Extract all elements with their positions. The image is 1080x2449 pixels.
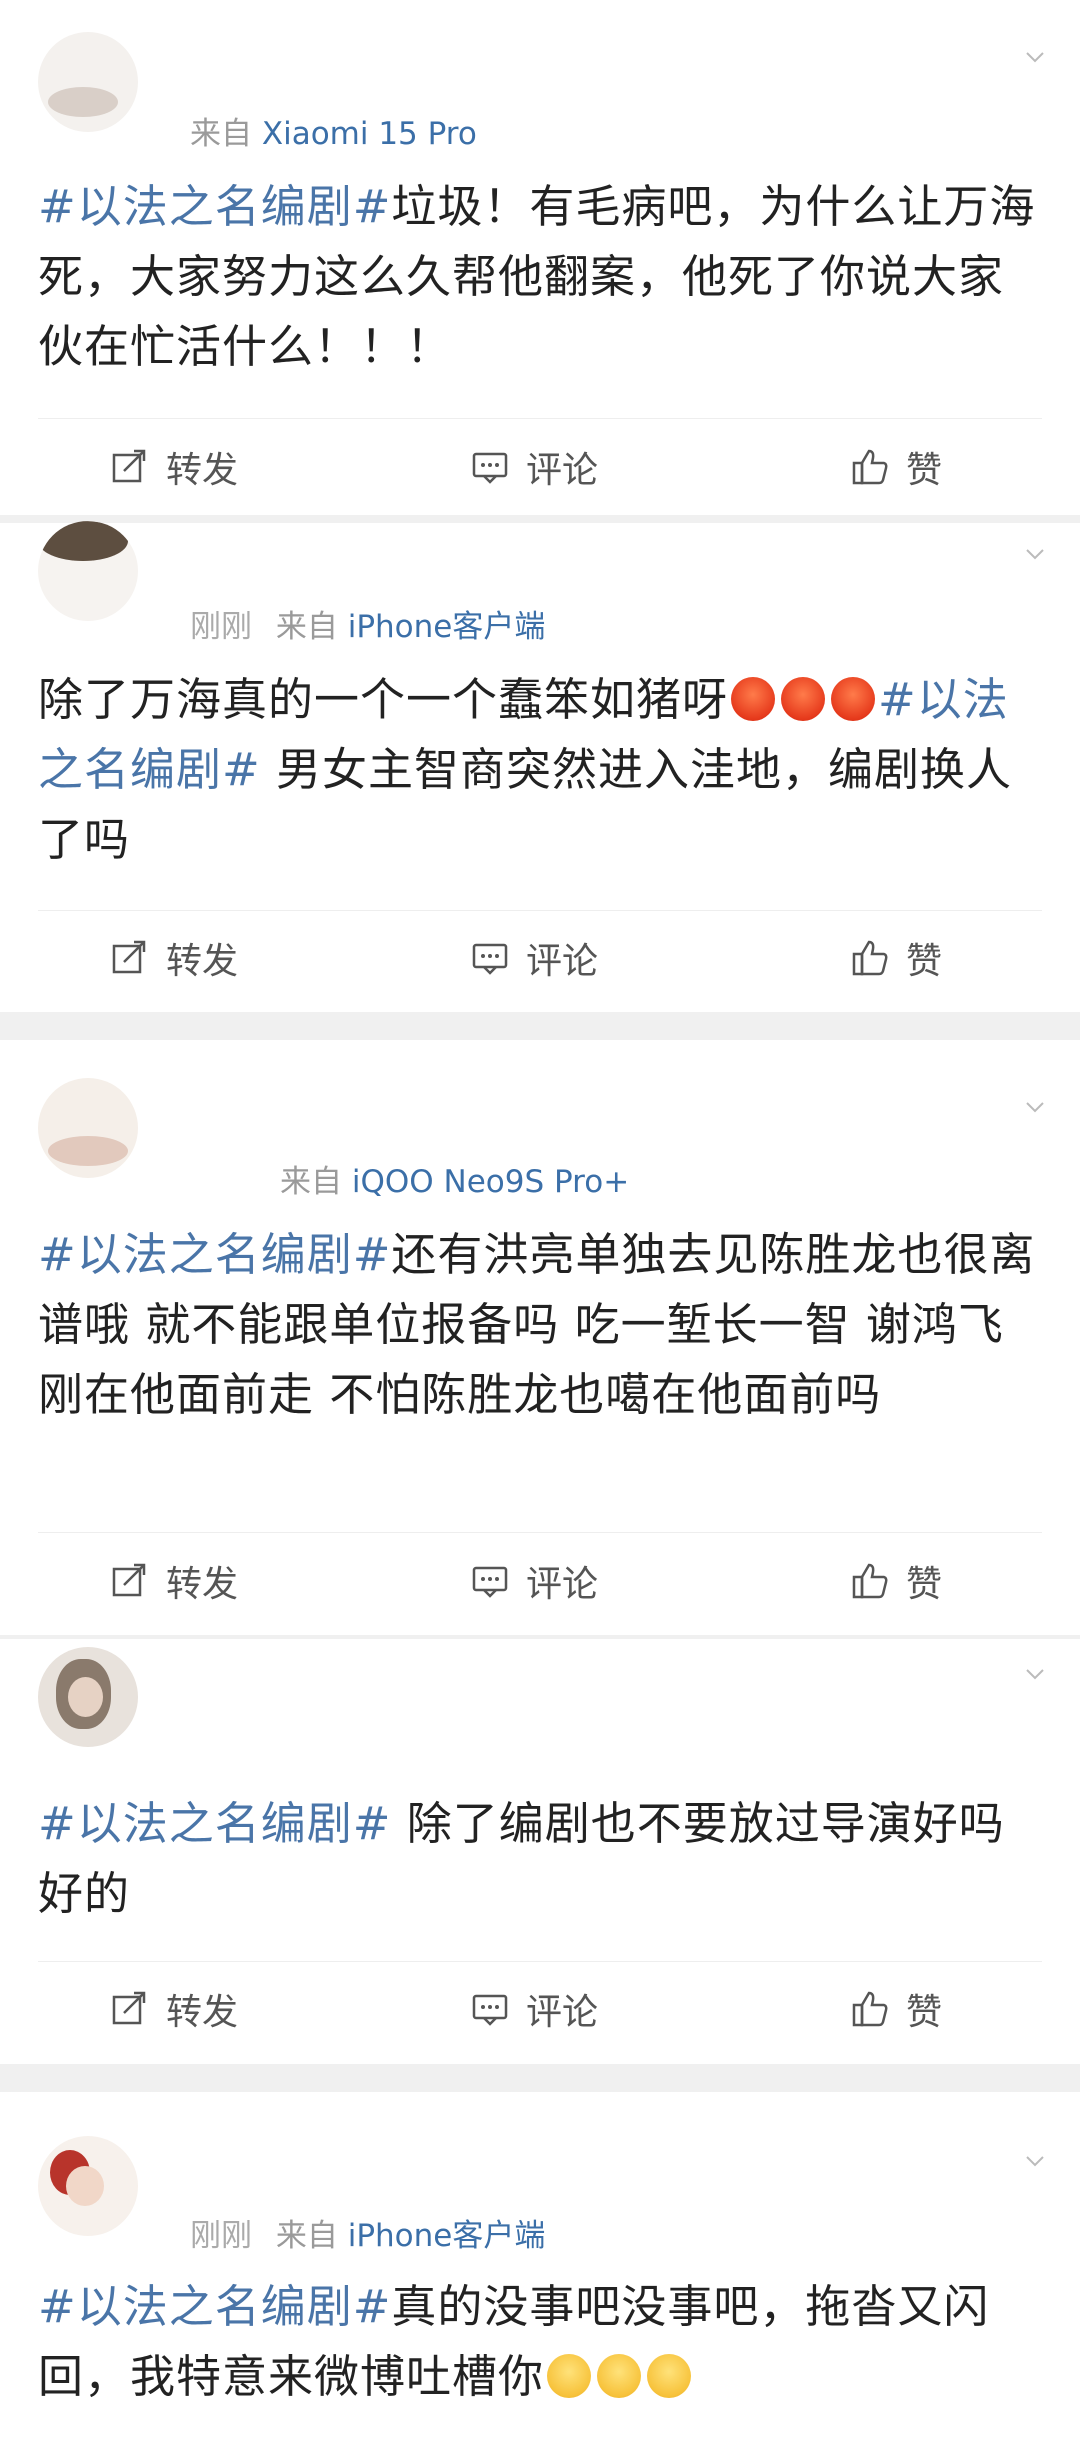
comment-button[interactable]: 评论 xyxy=(470,913,598,1003)
comment-label: 评论 xyxy=(526,450,599,491)
comment-label: 评论 xyxy=(526,1992,599,2033)
post-content: 除了万海真的一个一个蠢笨如猪呀 #以法之名编剧# 男女主智商突然进入洼地，编剧换人… xyxy=(38,665,1038,875)
repost-button[interactable]: 转发 xyxy=(110,1964,238,2054)
comment-button[interactable]: 评论 xyxy=(470,1964,598,2054)
hashtag-link[interactable]: #以法之名编剧# xyxy=(38,180,391,233)
repost-label: 转发 xyxy=(166,450,239,491)
avatar[interactable] xyxy=(38,1078,138,1178)
post-card: 刚刚 来自 iPhone客户端 #以法之名编剧#真的没事吧没事吧，拖沓又闪回，我… xyxy=(0,2092,1080,2449)
post-content: #以法之名编剧#真的没事吧没事吧，拖沓又闪回，我特意来微博吐槽你 xyxy=(38,2272,1038,2412)
divider xyxy=(38,1961,1042,1962)
divider xyxy=(38,418,1042,419)
action-bar: 转发 评论 赞 xyxy=(0,913,1080,1003)
comment-icon xyxy=(472,943,508,975)
post-meta: 刚刚 来自 iPhone客户端 xyxy=(190,601,545,646)
post-time: 刚刚 xyxy=(190,2218,252,2254)
repost-button[interactable]: 转发 xyxy=(110,422,238,512)
repost-button[interactable]: 转发 xyxy=(110,1536,238,1626)
repost-icon xyxy=(112,449,146,483)
source-device[interactable]: iQOO Neo9S Pro+ xyxy=(352,1164,629,1200)
divider xyxy=(38,1532,1042,1533)
comment-icon xyxy=(472,1566,508,1598)
chevron-down-icon[interactable] xyxy=(1024,2150,1046,2172)
post-time: 刚刚 xyxy=(190,609,252,645)
repost-label: 转发 xyxy=(166,941,239,982)
repost-label: 转发 xyxy=(166,1564,239,1605)
source-device[interactable]: iPhone客户端 xyxy=(348,609,546,645)
comment-icon xyxy=(472,452,508,484)
like-label: 赞 xyxy=(906,450,943,491)
chevron-down-icon[interactable] xyxy=(1024,1663,1046,1685)
like-button[interactable]: 赞 xyxy=(850,1964,942,2054)
chevron-down-icon[interactable] xyxy=(1024,46,1046,68)
post-card: 刚刚 来自 iPhone客户端 除了万海真的一个一个蠢笨如猪呀 #以法之名编剧# … xyxy=(0,521,1080,1018)
separator xyxy=(0,1012,1080,1040)
like-button[interactable]: 赞 xyxy=(850,1536,942,1626)
action-bar: 转发 评论 赞 xyxy=(0,1964,1080,2054)
chevron-down-icon[interactable] xyxy=(1024,543,1046,565)
comment-label: 评论 xyxy=(526,1564,599,1605)
post-meta: 来自 iQOO Neo9S Pro+ xyxy=(280,1156,629,1201)
source-prefix: 来自 xyxy=(280,1164,342,1200)
avatar[interactable] xyxy=(38,2136,138,2236)
post-card: 来自 iQOO Neo9S Pro+ #以法之名编剧#还有洪亮单独去见陈胜龙也很… xyxy=(0,1040,1080,1640)
comment-label: 评论 xyxy=(526,941,599,982)
thumbs-up-icon xyxy=(852,449,888,485)
thumbs-up-icon xyxy=(852,1991,888,2027)
smiling-face-icon xyxy=(597,2354,642,2398)
like-label: 赞 xyxy=(906,1564,943,1605)
comment-icon xyxy=(472,1994,508,2026)
source-prefix: 来自 xyxy=(275,609,338,645)
like-label: 赞 xyxy=(906,941,943,982)
like-button[interactable]: 赞 xyxy=(850,913,942,1003)
divider xyxy=(38,910,1042,911)
post-content: #以法之名编剧# 除了编剧也不要放过导演好吗好的 xyxy=(38,1789,1038,1929)
hashtag-link[interactable]: #以法之名编剧# xyxy=(38,1228,391,1281)
angry-face-icon xyxy=(731,677,776,721)
chevron-down-icon[interactable] xyxy=(1024,1096,1046,1118)
source-prefix: 来自 xyxy=(190,116,252,152)
action-bar: 转发 评论 赞 xyxy=(0,1536,1080,1626)
avatar[interactable] xyxy=(38,32,138,132)
post-card: 来自 Xiaomi 15 Pro #以法之名编剧#垃圾！有毛病吧，为什么让万海死… xyxy=(0,0,1080,520)
hashtag-link[interactable]: #以法之名编剧# xyxy=(38,2280,391,2333)
avatar[interactable] xyxy=(38,521,138,621)
separator xyxy=(0,515,1080,523)
repost-button[interactable]: 转发 xyxy=(110,913,238,1003)
repost-icon xyxy=(112,1991,146,2025)
post-text: 除了万海真的一个一个蠢笨如猪呀 xyxy=(38,673,729,726)
smiling-face-icon xyxy=(547,2354,592,2398)
angry-face-icon xyxy=(831,677,876,721)
post-meta: 刚刚 来自 iPhone客户端 xyxy=(190,2210,545,2255)
like-button[interactable]: 赞 xyxy=(850,422,942,512)
source-prefix: 来自 xyxy=(275,2218,338,2254)
avatar[interactable] xyxy=(38,1647,138,1747)
comment-button[interactable]: 评论 xyxy=(470,1536,598,1626)
repost-icon xyxy=(112,1563,146,1597)
post-content: #以法之名编剧#还有洪亮单独去见陈胜龙也很离谱哦 就不能跟单位报备吗 吃一堑长一… xyxy=(38,1220,1038,1430)
repost-icon xyxy=(112,940,146,974)
source-device[interactable]: Xiaomi 15 Pro xyxy=(262,116,477,152)
smiling-face-icon xyxy=(647,2354,692,2398)
thumbs-up-icon xyxy=(852,1563,888,1599)
source-device[interactable]: iPhone客户端 xyxy=(348,2218,546,2254)
action-bar: 转发 评论 赞 xyxy=(0,422,1080,512)
post-content: #以法之名编剧#垃圾！有毛病吧，为什么让万海死，大家努力这么久帮他翻案，他死了你… xyxy=(38,172,1038,382)
post-card: #以法之名编剧# 除了编剧也不要放过导演好吗好的 转发 评论 赞 xyxy=(0,1639,1080,2064)
angry-face-icon xyxy=(781,677,826,721)
repost-label: 转发 xyxy=(166,1992,239,2033)
separator xyxy=(0,2064,1080,2092)
comment-button[interactable]: 评论 xyxy=(470,422,598,512)
hashtag-link[interactable]: #以法之名编剧# xyxy=(38,1797,391,1850)
like-label: 赞 xyxy=(906,1992,943,2033)
post-meta: 来自 Xiaomi 15 Pro xyxy=(190,108,477,153)
thumbs-up-icon xyxy=(852,940,888,976)
